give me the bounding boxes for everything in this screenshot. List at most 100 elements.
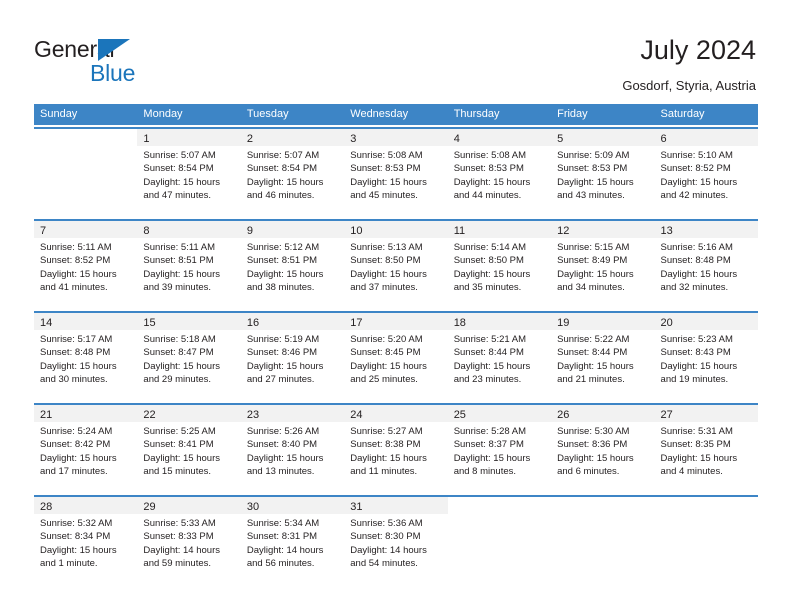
day-cell-6[interactable]: 6 Sunrise: 5:10 AM Sunset: 8:52 PM Daylight… [654,129,758,213]
daylight-duration-line1: Daylight: 15 hours [453,452,531,464]
day-cell-4[interactable]: 4 Sunrise: 5:08 AM Sunset: 8:53 PM Daylight… [447,129,552,213]
sunset-time: Sunset: 8:44 PM [453,347,524,359]
day-cell-empty [34,129,138,213]
calendar-week-cells: 7 Sunrise: 5:11 AM Sunset: 8:52 PM Daylight… [34,221,758,305]
day-cell-30[interactable]: 30 Sunrise: 5:34 AM Sunset: 8:31 PM Dayligh… [240,497,345,581]
sunset-time: Sunset: 8:31 PM [246,531,318,543]
day-cell-7[interactable]: 7 Sunrise: 5:11 AM Sunset: 8:52 PM Daylight… [34,221,138,305]
sunrise-time: Sunrise: 5:23 AM [660,334,733,345]
daylight-duration-line2: and 1 minute. [40,558,98,570]
daylight-duration-line1: Daylight: 15 hours [660,268,738,280]
day-cell-22[interactable]: 22 Sunrise: 5:25 AM Sunset: 8:41 PM Dayligh… [137,405,241,489]
day-cell-27[interactable]: 27 Sunrise: 5:31 AM Sunset: 8:35 PM Dayligh… [654,405,758,489]
day-sun-info [655,514,758,521]
day-cell-24[interactable]: 24 Sunrise: 5:27 AM Sunset: 8:38 PM Dayligh… [344,405,448,489]
sunrise-time: Sunrise: 5:28 AM [453,426,527,437]
day-cell-31[interactable]: 31 Sunrise: 5:36 AM Sunset: 8:30 PM Dayligh… [344,497,448,581]
day-number: 29 [143,501,156,513]
day-cell-11[interactable]: 11 Sunrise: 5:14 AM Sunset: 8:50 PM Dayligh… [447,221,552,305]
daylight-duration-line2: and 29 minutes. [143,374,212,386]
day-cell-5[interactable]: 5 Sunrise: 5:09 AM Sunset: 8:53 PM Daylight… [551,129,655,213]
day-cell-2[interactable]: 2 Sunrise: 5:07 AM Sunset: 8:54 PM Daylight… [240,129,345,213]
calendar-week-row: 14 Sunrise: 5:17 AM Sunset: 8:48 PM Dayligh… [34,311,758,397]
day-cell-12[interactable]: 12 Sunrise: 5:15 AM Sunset: 8:49 PM Dayligh… [551,221,655,305]
daylight-duration-line2: and 41 minutes. [40,282,108,294]
day-sun-info: Sunrise: 5:34 AM Sunset: 8:31 PM Daylight:… [241,514,344,575]
day-number: 7 [40,225,47,237]
daylight-duration-line2: and 43 minutes. [557,190,625,202]
day-cell-20[interactable]: 20 Sunrise: 5:23 AM Sunset: 8:43 PM Dayligh… [654,313,758,397]
day-cell-10[interactable]: 10 Sunrise: 5:13 AM Sunset: 8:50 PM Dayligh… [344,221,448,305]
logo-triangle-icon [98,39,130,61]
sunset-time: Sunset: 8:47 PM [143,347,214,359]
daylight-duration-line1: Daylight: 15 hours [40,268,117,280]
daylight-duration-line1: Daylight: 15 hours [143,268,220,280]
daylight-duration-line2: and 45 minutes. [350,190,418,202]
day-cell-9[interactable]: 9 Sunrise: 5:12 AM Sunset: 8:51 PM Daylight… [240,221,345,305]
daylight-duration-line1: Daylight: 15 hours [246,452,324,464]
day-cell-26[interactable]: 26 Sunrise: 5:30 AM Sunset: 8:36 PM Dayligh… [551,405,655,489]
day-number: 5 [557,133,564,145]
day-sun-info: Sunrise: 5:31 AM Sunset: 8:35 PM Daylight:… [655,422,758,483]
day-sun-info: Sunrise: 5:25 AM Sunset: 8:41 PM Daylight:… [137,422,240,483]
day-number-band: 6 [654,129,758,146]
calendar-week-row: 1 Sunrise: 5:07 AM Sunset: 8:54 PM Daylight… [34,127,758,213]
day-number-band: 7 [34,221,138,238]
day-number: 9 [246,225,253,237]
daylight-duration-line2: and 44 minutes. [453,190,522,202]
daylight-duration-line1: Daylight: 15 hours [453,360,531,372]
day-number: 18 [453,317,466,329]
day-cell-28[interactable]: 28 Sunrise: 5:32 AM Sunset: 8:34 PM Dayligh… [34,497,138,581]
sunrise-time: Sunrise: 5:22 AM [557,334,630,345]
day-number-band: 13 [654,221,758,238]
daylight-duration-line2: and 17 minutes. [40,466,108,478]
daylight-duration-line2: and 15 minutes. [143,466,212,478]
day-number: 11 [453,225,466,237]
sunset-time: Sunset: 8:44 PM [557,347,628,359]
day-cell-1[interactable]: 1 Sunrise: 5:07 AM Sunset: 8:54 PM Daylight… [137,129,241,213]
sunrise-time: Sunrise: 5:12 AM [246,242,320,253]
daylight-duration-line2: and 54 minutes. [350,558,418,570]
day-cell-empty [447,497,552,581]
daylight-duration-line1: Daylight: 15 hours [557,360,634,372]
sunset-time: Sunset: 8:48 PM [40,347,111,359]
day-number-band: 26 [551,405,655,422]
sunrise-time: Sunrise: 5:07 AM [246,150,320,161]
day-cell-3[interactable]: 3 Sunrise: 5:08 AM Sunset: 8:53 PM Daylight… [344,129,448,213]
day-cell-25[interactable]: 25 Sunrise: 5:28 AM Sunset: 8:37 PM Dayligh… [447,405,552,489]
day-cell-23[interactable]: 23 Sunrise: 5:26 AM Sunset: 8:40 PM Dayligh… [240,405,345,489]
calendar-week-cells: 1 Sunrise: 5:07 AM Sunset: 8:54 PM Daylight… [34,129,758,213]
daylight-duration-line2: and 27 minutes. [246,374,315,386]
daylight-duration-line2: and 37 minutes. [350,282,418,294]
day-cell-17[interactable]: 17 Sunrise: 5:20 AM Sunset: 8:45 PM Dayligh… [344,313,448,397]
daylight-duration-line2: and 35 minutes. [453,282,522,294]
day-number-band: 3 [344,129,448,146]
sunrise-time: Sunrise: 5:18 AM [143,334,216,345]
day-number: 1 [143,133,150,145]
day-number-band: 1 [137,129,241,146]
day-number: 20 [660,317,673,329]
daylight-duration-line2: and 32 minutes. [660,282,729,294]
day-cell-29[interactable]: 29 Sunrise: 5:33 AM Sunset: 8:33 PM Dayligh… [137,497,241,581]
day-cell-19[interactable]: 19 Sunrise: 5:22 AM Sunset: 8:44 PM Dayligh… [551,313,655,397]
day-sun-info: Sunrise: 5:36 AM Sunset: 8:30 PM Daylight:… [344,514,447,575]
day-cell-21[interactable]: 21 Sunrise: 5:24 AM Sunset: 8:42 PM Dayligh… [34,405,138,489]
day-cell-18[interactable]: 18 Sunrise: 5:21 AM Sunset: 8:44 PM Dayligh… [447,313,552,397]
day-number: 15 [143,317,156,329]
day-cell-14[interactable]: 14 Sunrise: 5:17 AM Sunset: 8:48 PM Dayligh… [34,313,138,397]
day-cell-16[interactable]: 16 Sunrise: 5:19 AM Sunset: 8:46 PM Dayligh… [240,313,345,397]
day-cell-13[interactable]: 13 Sunrise: 5:16 AM Sunset: 8:48 PM Dayligh… [654,221,758,305]
day-sun-info: Sunrise: 5:27 AM Sunset: 8:38 PM Daylight:… [344,422,447,483]
calendar-week-cells: 21 Sunrise: 5:24 AM Sunset: 8:42 PM Dayligh… [34,405,758,489]
weekday-header-wednesday: Wednesday [350,108,409,120]
day-number-band: 28 [34,497,138,514]
day-cell-15[interactable]: 15 Sunrise: 5:18 AM Sunset: 8:47 PM Dayligh… [137,313,241,397]
general-blue-logo[interactable]: General Blue [34,36,164,86]
day-number-band: 17 [344,313,448,330]
daylight-duration-line2: and 46 minutes. [246,190,315,202]
sunrise-time: Sunrise: 5:08 AM [350,150,423,161]
weekday-header-saturday: Saturday [660,108,705,120]
day-cell-8[interactable]: 8 Sunrise: 5:11 AM Sunset: 8:51 PM Daylight… [137,221,241,305]
day-sun-info: Sunrise: 5:20 AM Sunset: 8:45 PM Daylight:… [344,330,447,391]
daylight-duration-line2: and 30 minutes. [40,374,108,386]
